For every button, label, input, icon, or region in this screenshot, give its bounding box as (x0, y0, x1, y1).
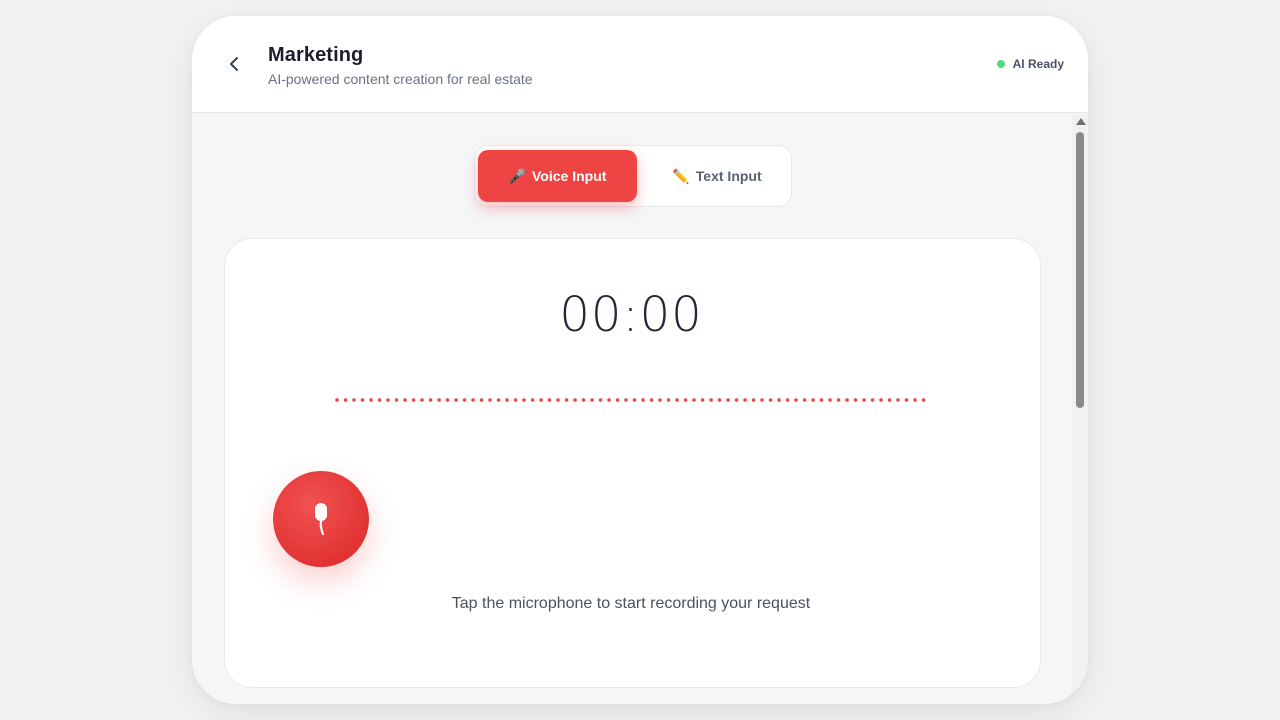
header: Marketing AI-powered content creation fo… (192, 16, 1088, 113)
scroll-up-arrow-icon[interactable] (1076, 118, 1086, 125)
app-window: Marketing AI-powered content creation fo… (192, 16, 1088, 704)
waveform-placeholder (335, 398, 931, 402)
scrollbar[interactable] (1072, 114, 1088, 704)
page-title: Marketing (268, 44, 364, 66)
recording-timer: 00:00 (559, 287, 703, 343)
pencil-icon: ✏️ (672, 167, 690, 184)
text-input-tab[interactable]: ✏️ Text Input (647, 150, 787, 202)
ai-status-label: AI Ready (1012, 57, 1064, 71)
scrollbar-thumb[interactable] (1076, 132, 1084, 408)
microphone-icon: 🎤 (508, 167, 526, 184)
record-button[interactable] (273, 471, 369, 567)
microphone-icon (315, 503, 327, 536)
status-dot-icon (996, 60, 1005, 68)
ai-status-indicator: AI Ready (996, 57, 1064, 71)
text-input-label: Text Input (695, 168, 762, 184)
back-button[interactable] (220, 52, 248, 76)
voice-input-tab[interactable]: 🎤 Voice Input (478, 150, 637, 202)
voice-input-label: Voice Input (532, 168, 607, 184)
input-mode-toggle: 🎤 Voice Input ✏️ Text Input (474, 145, 792, 207)
recording-hint: Tap the microphone to start recording yo… (451, 595, 811, 612)
page-subtitle: AI-powered content creation for real est… (268, 71, 533, 87)
chevron-left-icon (230, 57, 238, 71)
voice-recorder-card: 00:00 Tap the microphone to start record… (224, 238, 1041, 688)
